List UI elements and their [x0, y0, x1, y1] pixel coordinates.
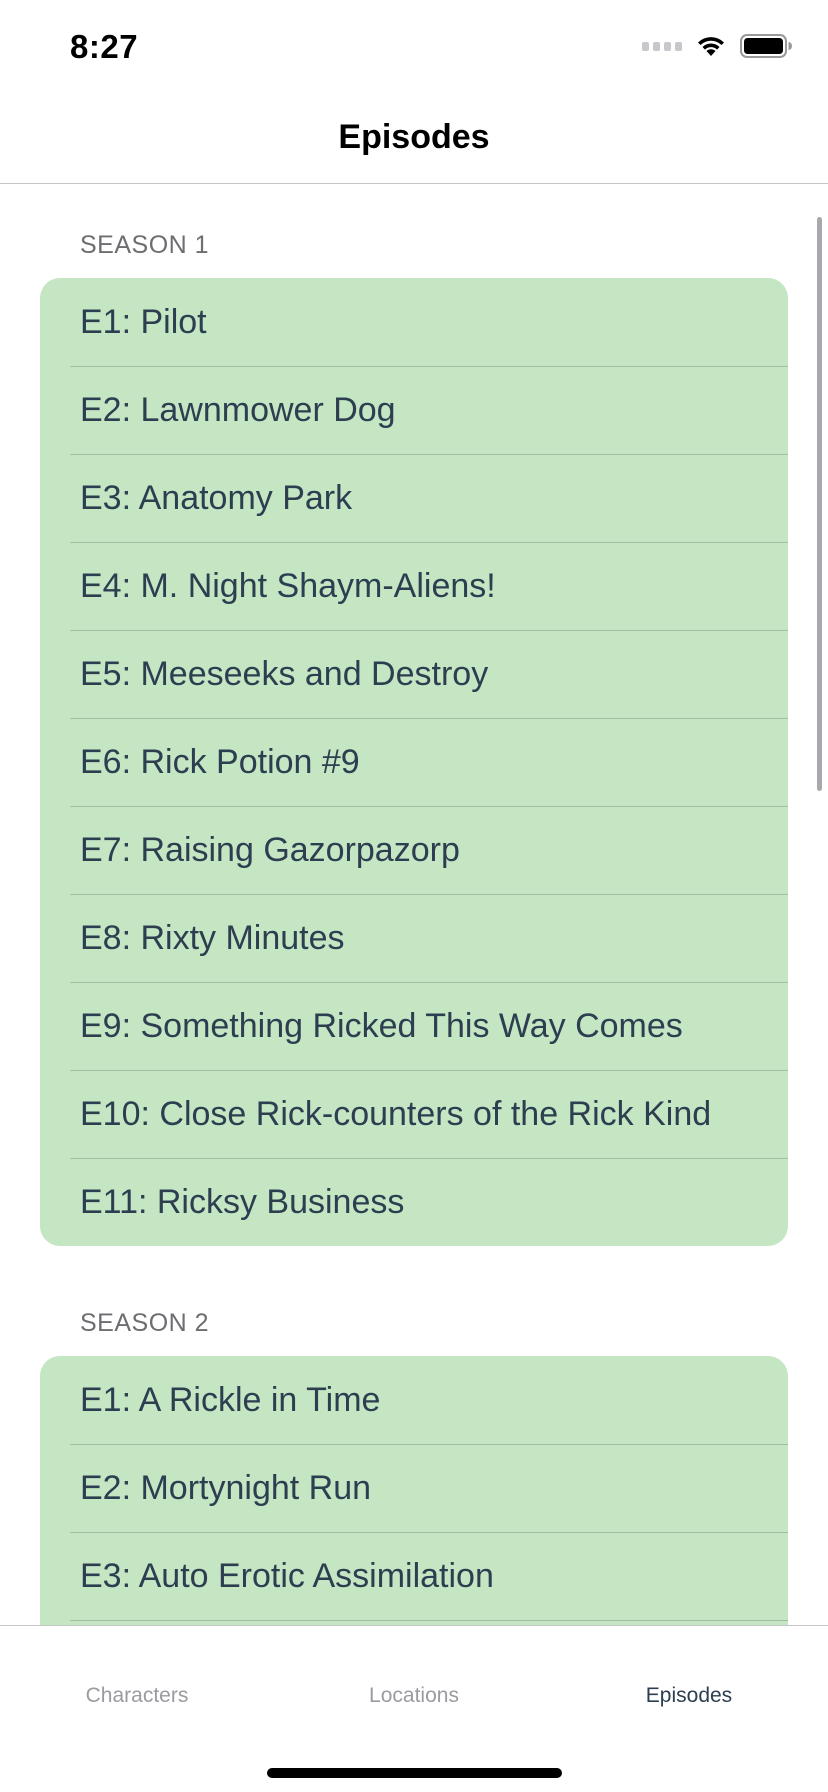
tab-episodes[interactable]: Episodes	[589, 1684, 789, 1708]
battery-icon	[740, 34, 792, 58]
episode-row[interactable]: E2: Mortynight Run	[40, 1444, 788, 1532]
episode-title: E1: Pilot	[80, 302, 207, 341]
section-header-season-2: SEASON 2	[80, 1309, 210, 1337]
episode-title: E6: Rick Potion #9	[80, 742, 360, 781]
wifi-icon	[696, 35, 726, 57]
cellular-signal-icon	[642, 41, 682, 51]
season-2-group: E1: A Rickle in Time E2: Mortynight Run …	[40, 1356, 788, 1625]
tab-bar: Characters Locations Episodes	[0, 1625, 828, 1792]
episode-title: E3: Auto Erotic Assimilation	[80, 1556, 494, 1595]
episode-title: E7: Raising Gazorpazorp	[80, 830, 460, 869]
episodes-screen: 8:27 Episodes SEASON 1 E1: Pilot E2: Law…	[0, 0, 828, 1792]
episode-title: E5: Meeseeks and Destroy	[80, 654, 489, 693]
episode-title: E11: Ricksy Business	[80, 1182, 405, 1221]
episode-row[interactable]: E3: Anatomy Park	[40, 454, 788, 542]
tab-characters[interactable]: Characters	[37, 1684, 237, 1708]
episodes-list[interactable]: SEASON 1 E1: Pilot E2: Lawnmower Dog E3:…	[0, 185, 828, 1625]
episode-title: E10: Close Rick-counters of the Rick Kin…	[80, 1094, 712, 1133]
section-header-season-1: SEASON 1	[80, 231, 210, 259]
episode-title: E2: Lawnmower Dog	[80, 390, 396, 429]
episode-row[interactable]: E3: Auto Erotic Assimilation	[40, 1532, 788, 1620]
season-1-group: E1: Pilot E2: Lawnmower Dog E3: Anatomy …	[40, 278, 788, 1246]
tab-locations[interactable]: Locations	[314, 1684, 514, 1708]
episode-row[interactable]: E4: M. Night Shaym-Aliens!	[40, 542, 788, 630]
status-icons	[642, 34, 792, 58]
episode-row[interactable]: E1: A Rickle in Time	[40, 1356, 788, 1444]
episode-row[interactable]: E9: Something Ricked This Way Comes	[40, 982, 788, 1070]
episode-row[interactable]: E1: Pilot	[40, 278, 788, 366]
episode-row[interactable]: E11: Ricksy Business	[40, 1158, 788, 1246]
episode-title: E9: Something Ricked This Way Comes	[80, 1006, 683, 1045]
navigation-bar: Episodes	[0, 96, 828, 184]
episode-row[interactable]: E2: Lawnmower Dog	[40, 366, 788, 454]
episode-row[interactable]: E8: Rixty Minutes	[40, 894, 788, 982]
episode-title: E4: M. Night Shaym-Aliens!	[80, 566, 496, 605]
home-indicator[interactable]	[267, 1768, 562, 1778]
scroll-indicator[interactable]	[817, 217, 822, 791]
episode-title: E1: A Rickle in Time	[80, 1380, 381, 1419]
status-bar: 8:27	[0, 0, 828, 96]
episode-title: E8: Rixty Minutes	[80, 918, 345, 957]
episode-row[interactable]: E10: Close Rick-counters of the Rick Kin…	[40, 1070, 788, 1158]
episode-row[interactable]: E6: Rick Potion #9	[40, 718, 788, 806]
page-title: Episodes	[338, 118, 490, 156]
episode-title: E2: Mortynight Run	[80, 1468, 372, 1507]
episode-row[interactable]: E7: Raising Gazorpazorp	[40, 806, 788, 894]
episode-title: E3: Anatomy Park	[80, 478, 353, 517]
episode-row[interactable]: E5: Meeseeks and Destroy	[40, 630, 788, 718]
status-time: 8:27	[70, 28, 139, 65]
